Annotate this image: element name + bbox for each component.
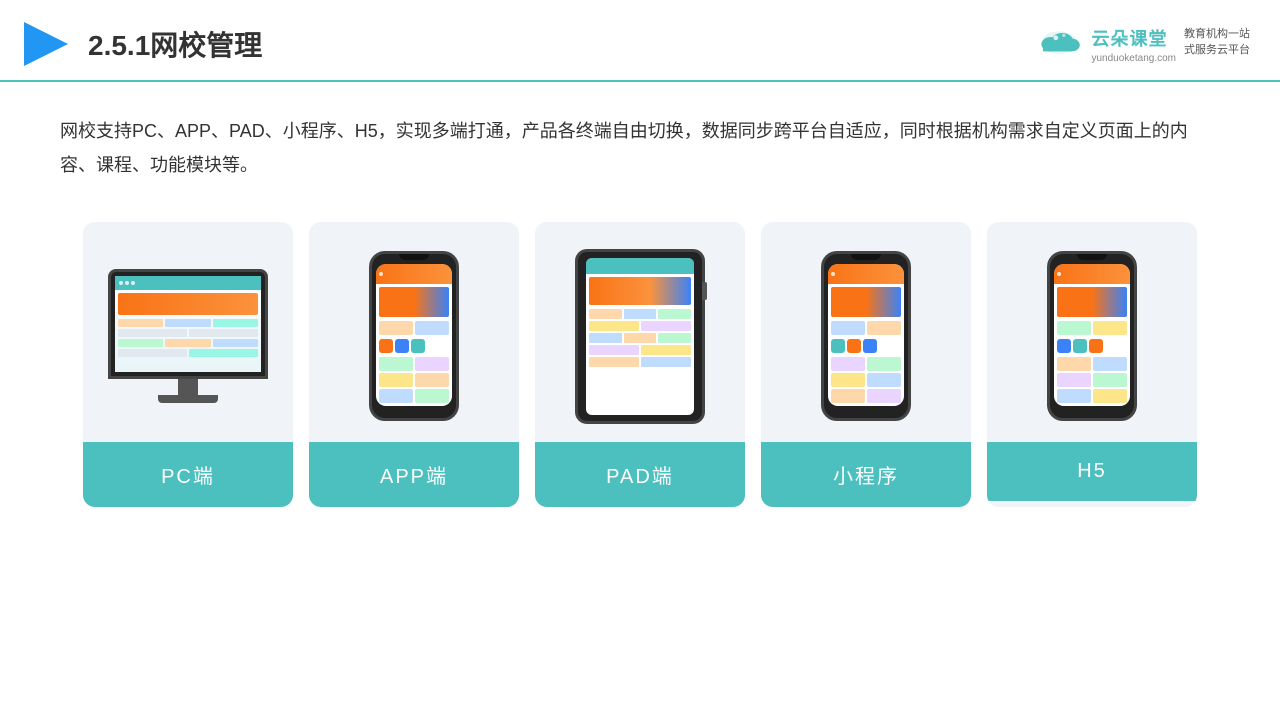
miniprogram-phone-screen: [828, 264, 904, 406]
card-h5-label: H5: [987, 442, 1197, 501]
h5-phone-screen: [1054, 264, 1130, 406]
page-title: 2.5.1网校管理: [88, 24, 262, 64]
app-phone-mockup: [369, 251, 459, 421]
logo-text: 云朵课堂: [1091, 25, 1167, 51]
h5-phone-mockup: [1047, 251, 1137, 421]
pad-tablet-mockup: [575, 249, 705, 424]
card-miniprogram: 小程序: [761, 222, 971, 507]
card-pad-label: PAD端: [535, 442, 745, 507]
card-pc-label: PC端: [83, 442, 293, 507]
card-pad: PAD端: [535, 222, 745, 507]
logo-tagline: 教育机构一站: [1184, 25, 1250, 41]
card-miniprogram-image: [761, 222, 971, 442]
logo-url: yunduoketang.com: [1091, 53, 1176, 64]
logo-area: 云朵课堂 yunduoketang.com 教育机构一站 式服务云平台: [1035, 25, 1250, 64]
pad-tablet-screen: [586, 258, 694, 415]
card-app: APP端: [309, 222, 519, 507]
page-header: 2.5.1网校管理 云朵课堂 yunduoketang.com 教育机构一站 式…: [0, 0, 1280, 82]
description-text: 网校支持PC、APP、PAD、小程序、H5，实现多端打通，产品各终端自由切换，数…: [0, 82, 1280, 202]
miniprogram-phone-mockup: [821, 251, 911, 421]
card-pc-image: [83, 222, 293, 442]
card-miniprogram-label: 小程序: [761, 442, 971, 507]
cloud-icon: [1035, 25, 1083, 57]
card-h5: H5: [987, 222, 1197, 507]
card-app-label: APP端: [309, 442, 519, 507]
description-content: 网校支持PC、APP、PAD、小程序、H5，实现多端打通，产品各终端自由切换，数…: [60, 121, 1188, 175]
monitor-frame: [108, 269, 268, 379]
app-phone-screen: [376, 264, 452, 406]
play-icon: [20, 18, 72, 70]
logo-name-group: 云朵课堂 yunduoketang.com: [1091, 25, 1176, 64]
cards-container: PC端: [0, 202, 1280, 537]
logo-tagline2: 式服务云平台: [1184, 41, 1250, 57]
monitor-screen: [115, 276, 261, 372]
card-pad-image: [535, 222, 745, 442]
logo-tagline-area: 教育机构一站 式服务云平台: [1184, 25, 1250, 57]
pc-mockup: [108, 269, 268, 403]
card-pc: PC端: [83, 222, 293, 507]
card-app-image: [309, 222, 519, 442]
header-left: 2.5.1网校管理: [20, 18, 262, 70]
card-h5-image: [987, 222, 1197, 442]
